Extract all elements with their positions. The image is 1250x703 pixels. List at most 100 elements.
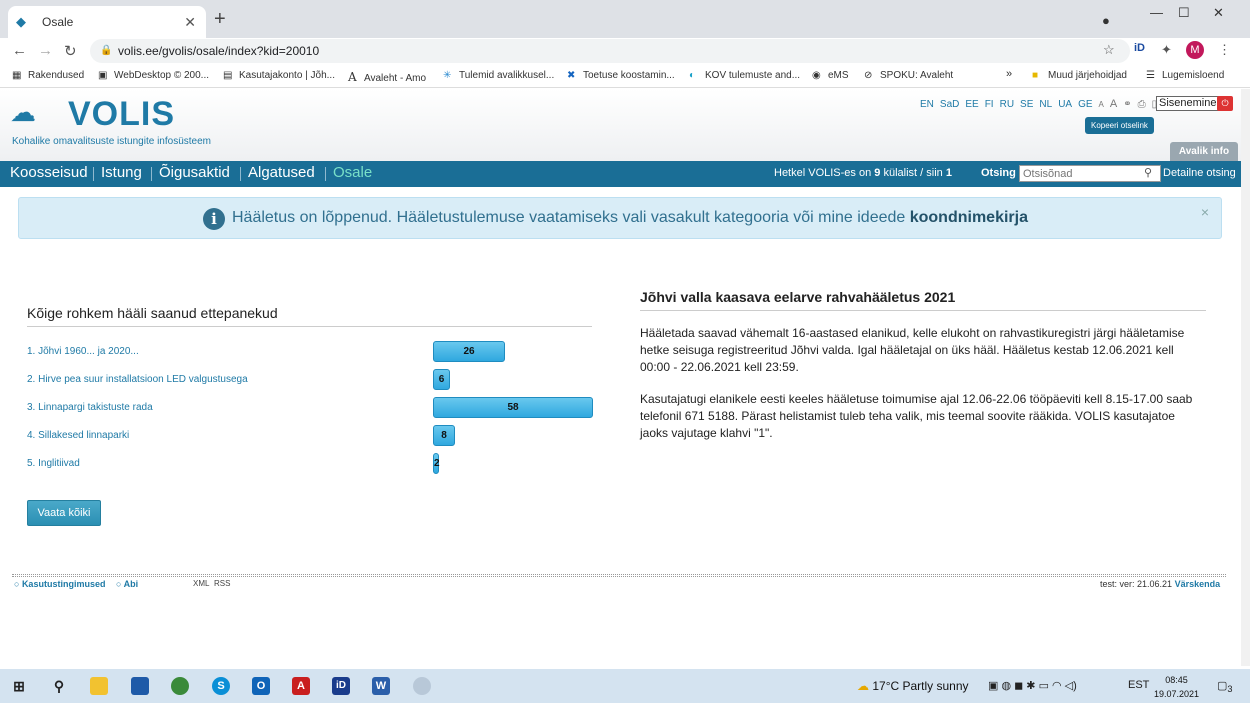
tray-icons[interactable]: ▣ ◍ ◼ ✱ ▭ ◠ ◁) <box>988 679 1077 692</box>
start-windows-icon[interactable]: ⊞ <box>10 677 28 695</box>
other-bookmarks-folder[interactable]: ■ Muud järjehoidjad <box>1032 70 1127 81</box>
tab-title: Osale <box>42 15 74 29</box>
paint-icon[interactable] <box>413 677 431 695</box>
proposal-link[interactable]: 3. Linnapargi takistuste rada <box>27 402 153 413</box>
vote-bar: 6 <box>433 369 450 390</box>
proposal-link[interactable]: 1. Jõhvi 1960... ja 2020... <box>27 346 139 357</box>
bookmark-item[interactable]: ⊘ SPOKU: Avaleht <box>864 70 953 81</box>
bookmark-star-icon[interactable]: ☆ <box>1103 42 1115 58</box>
search-icon[interactable]: ⚲ <box>1144 166 1152 179</box>
xml-link[interactable]: XML <box>193 579 209 588</box>
copy-link-icon[interactable]: ⚭ <box>1123 99 1131 110</box>
view-all-button[interactable]: Vaata kõiki <box>27 500 101 526</box>
nav-osale[interactable]: Osale <box>333 164 372 181</box>
detailed-search-link[interactable]: Detailne otsing <box>1163 167 1236 179</box>
bookmark-item[interactable]: ▤ Kasutajakonto | Jõh... <box>223 70 335 81</box>
lang-ee[interactable]: EE <box>965 99 978 110</box>
search-taskbar-icon[interactable]: ⚲ <box>50 677 68 695</box>
maximize-button[interactable]: ☐ <box>1178 5 1190 21</box>
nav-separator <box>325 167 326 181</box>
nav-istung[interactable]: Istung <box>101 164 142 181</box>
reading-list-button[interactable]: ☰ Lugemisloend <box>1146 70 1224 81</box>
forward-button[interactable]: → <box>38 42 53 59</box>
nav-oigusaktid[interactable]: Õigusaktid <box>159 164 230 181</box>
lang-se[interactable]: SE <box>1020 99 1033 110</box>
login-button[interactable]: Sisenemine <box>1156 96 1220 111</box>
help-link[interactable]: ○ Abi <box>116 579 138 589</box>
footer-divider <box>12 574 1226 577</box>
outlook-mail-icon[interactable] <box>131 677 149 695</box>
chrome-icon[interactable] <box>171 677 189 695</box>
page-scrollbar[interactable] <box>1241 89 1250 666</box>
weather-widget[interactable]: ☁ 17°C Partly sunny <box>857 679 969 693</box>
lang-fi[interactable]: FI <box>985 99 994 110</box>
spoku-icon: ⊘ <box>864 70 873 81</box>
profile-avatar[interactable]: M <box>1186 41 1204 59</box>
file-explorer-icon[interactable] <box>90 677 108 695</box>
summary-list-link[interactable]: koondnimekirja <box>910 209 1028 226</box>
skype-icon[interactable]: S <box>212 677 230 695</box>
bookmark-item[interactable]: A Avaleht - Amo <box>348 70 426 84</box>
bookmark-item[interactable]: ✖ Toetuse koostamin... <box>567 70 675 81</box>
close-window-button[interactable]: ✕ <box>1213 5 1224 21</box>
id-software-icon[interactable]: iD <box>332 677 350 695</box>
proposal-row: 5. Inglitiivad 2 <box>27 453 593 475</box>
rss-link[interactable]: RSS <box>214 579 230 588</box>
browser-menu-icon[interactable]: ⋮ <box>1218 42 1231 58</box>
search-input[interactable] <box>1019 165 1161 182</box>
outlook-icon[interactable]: O <box>252 677 270 695</box>
lang-en[interactable]: EN <box>920 99 934 110</box>
id-login-icon[interactable]: ⏻ <box>1217 96 1233 111</box>
reload-button[interactable]: ↻ <box>64 42 77 60</box>
lang-nl[interactable]: NL <box>1039 99 1052 110</box>
lang-ge[interactable]: GE <box>1078 99 1092 110</box>
copy-link-tooltip: Kopeeri otselink <box>1085 117 1154 134</box>
bookmark-item[interactable]: ◉ eMS <box>812 70 849 81</box>
acrobat-icon[interactable]: A <box>292 677 310 695</box>
folder-icon: ■ <box>1032 70 1039 81</box>
bookmark-item[interactable]: ▦ Rakendused <box>12 70 84 81</box>
info-icon: i <box>203 208 225 230</box>
proposal-link[interactable]: 4. Sillakesed linnaparki <box>27 430 129 441</box>
bookmark-item[interactable]: ✳ Tulemid avalikkusel... <box>443 70 554 81</box>
public-info-tab[interactable]: Avalik info <box>1170 142 1238 161</box>
font-increase-button[interactable]: A <box>1110 98 1117 110</box>
word-icon[interactable]: W <box>372 677 390 695</box>
nav-algatused[interactable]: Algatused <box>248 164 315 181</box>
new-tab-button[interactable]: + <box>214 9 226 29</box>
terms-link[interactable]: ○ Kasutustingimused <box>14 579 105 589</box>
url-text: volis.ee/gvolis/osale/index?kid=20010 <box>118 44 320 58</box>
profile-dropdown-icon[interactable]: ● <box>1102 13 1110 28</box>
alert-message: Hääletus on lõppenud. Hääletustulemuse v… <box>232 209 1028 226</box>
bookmark-item[interactable]: ◐ KOV tulemuste and... <box>689 70 800 81</box>
bookmarks-overflow-button[interactable]: » <box>1006 68 1012 80</box>
proposal-link[interactable]: 5. Inglitiivad <box>27 458 80 469</box>
id-card-extension-icon[interactable]: iD <box>1134 42 1145 54</box>
sun-cloud-icon: ☁ <box>857 679 869 693</box>
url-input[interactable]: 🔒 volis.ee/gvolis/osale/index?kid=20010 <box>90 39 1130 63</box>
extensions-puzzle-icon[interactable]: ✦ <box>1161 42 1172 58</box>
windows-taskbar: ⊞ ⚲ S O A iD W ☁ 17°C Partly sunny ▣ ◍ ◼… <box>0 669 1250 703</box>
lang-ru[interactable]: RU <box>1000 99 1014 110</box>
print-icon[interactable]: ⎙ <box>1138 99 1146 110</box>
back-button[interactable]: ← <box>12 42 27 59</box>
close-alert-icon[interactable]: × <box>1201 204 1209 220</box>
lang-sad[interactable]: SaD <box>940 99 959 110</box>
minimize-button[interactable]: — <box>1150 5 1163 20</box>
proposal-link[interactable]: 2. Hirve pea suur installatsioon LED val… <box>27 374 248 385</box>
logo-subtitle: Kohalike omavalitsuste istungite infosüs… <box>12 136 211 147</box>
nav-koosseisud[interactable]: Koosseisud <box>10 164 88 181</box>
refresh-link[interactable]: Värskenda <box>1175 579 1221 589</box>
notifications-icon[interactable]: ▢3 <box>1217 679 1233 694</box>
input-language[interactable]: EST <box>1128 679 1149 691</box>
bookmark-item[interactable]: ▣ WebDesktop © 200... <box>98 70 209 81</box>
vote-bar: 58 <box>433 397 593 418</box>
browser-tab[interactable]: ◆ Osale ✕ <box>8 6 206 38</box>
account-icon: ▤ <box>223 70 233 81</box>
font-decrease-button[interactable]: A <box>1099 100 1104 109</box>
clock[interactable]: 08:45 19.07.2021 <box>1154 673 1199 701</box>
volis-logo[interactable]: VOLIS <box>68 95 175 134</box>
lang-ua[interactable]: UA <box>1058 99 1072 110</box>
bookmarks-bar: ▦ Rakendused ▣ WebDesktop © 200... ▤ Kasuta… <box>0 64 1250 88</box>
close-tab-icon[interactable]: ✕ <box>184 14 196 31</box>
